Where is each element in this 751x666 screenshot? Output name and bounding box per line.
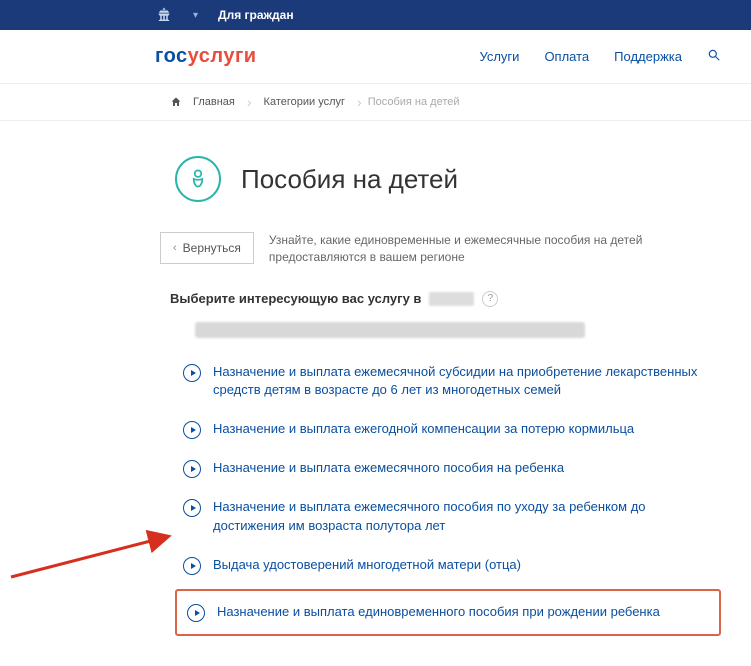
nav: Услуги Оплата Поддержка (479, 48, 721, 65)
service-label: Назначение и выплата ежегодной компенсац… (213, 420, 634, 439)
service-label: Назначение и выплата ежемесячного пособи… (213, 459, 564, 478)
service-item[interactable]: Назначение и выплата ежемесячной субсиди… (175, 353, 721, 411)
service-item[interactable]: Назначение и выплата ежегодной компенсац… (175, 410, 721, 449)
play-circle-icon (183, 364, 201, 382)
service-item[interactable]: Назначение и выплата ежемесячного пособи… (175, 449, 721, 488)
nav-payment[interactable]: Оплата (544, 49, 589, 64)
back-button[interactable]: ‹ Вернуться (160, 232, 254, 264)
page-title: Пособия на детей (241, 164, 458, 195)
title-row: Пособия на детей (0, 121, 751, 222)
help-icon[interactable]: ? (482, 291, 498, 307)
breadcrumb-sep-icon: › (357, 94, 362, 110)
nav-support[interactable]: Поддержка (614, 49, 682, 64)
region-value-redacted (429, 292, 474, 306)
logo-part-usl: услуги (188, 45, 257, 67)
breadcrumb-sep-icon: › (247, 94, 252, 110)
chevron-left-icon: ‹ (173, 242, 177, 254)
service-label: Назначение и выплата ежемесячного пособи… (213, 498, 713, 536)
emblem-icon (155, 6, 173, 24)
redacted-bar (195, 322, 585, 338)
play-circle-icon (183, 557, 201, 575)
service-item[interactable]: Выдача удостоверений многодетной матери … (175, 546, 721, 585)
service-label: Назначение и выплата единовременного пос… (217, 603, 660, 622)
intro-row: ‹ Вернуться Узнайте, какие единовременны… (0, 222, 751, 286)
audience-selector[interactable]: Для граждан (218, 8, 294, 22)
category-icon (175, 156, 221, 202)
service-item[interactable]: Назначение и выплата ежемесячного пособи… (175, 488, 721, 546)
play-circle-icon (187, 604, 205, 622)
home-icon (170, 96, 182, 108)
play-circle-icon (183, 421, 201, 439)
service-label: Назначение и выплата ежемесячной субсиди… (213, 363, 713, 401)
service-label: Выдача удостоверений многодетной матери … (213, 556, 521, 575)
logo-part-gos: гос (155, 45, 188, 67)
intro-text: Узнайте, какие единовременные и ежемесяч… (269, 232, 741, 266)
header: госуслуги Услуги Оплата Поддержка (0, 30, 751, 84)
breadcrumb-home[interactable]: Главная (187, 94, 241, 110)
topbar: ▾ Для граждан (0, 0, 751, 30)
logo[interactable]: госуслуги (155, 45, 257, 68)
play-circle-icon (183, 460, 201, 478)
chevron-down-icon[interactable]: ▾ (193, 10, 198, 21)
service-list: Назначение и выплата ежемесячной субсиди… (0, 353, 751, 666)
breadcrumb: Главная › Категории услуг › Пособия на д… (0, 84, 751, 121)
breadcrumb-category[interactable]: Категории услуг (258, 94, 351, 110)
breadcrumb-current: Пособия на детей (368, 96, 460, 108)
back-label: Вернуться (183, 241, 241, 255)
nav-services[interactable]: Услуги (479, 49, 519, 64)
search-icon[interactable] (707, 48, 721, 65)
region-row: Выберите интересующую вас услугу в ? (0, 286, 751, 317)
play-circle-icon (183, 499, 201, 517)
service-item-highlighted[interactable]: Назначение и выплата единовременного пос… (175, 589, 721, 636)
region-label: Выберите интересующую вас услугу в (170, 291, 421, 306)
